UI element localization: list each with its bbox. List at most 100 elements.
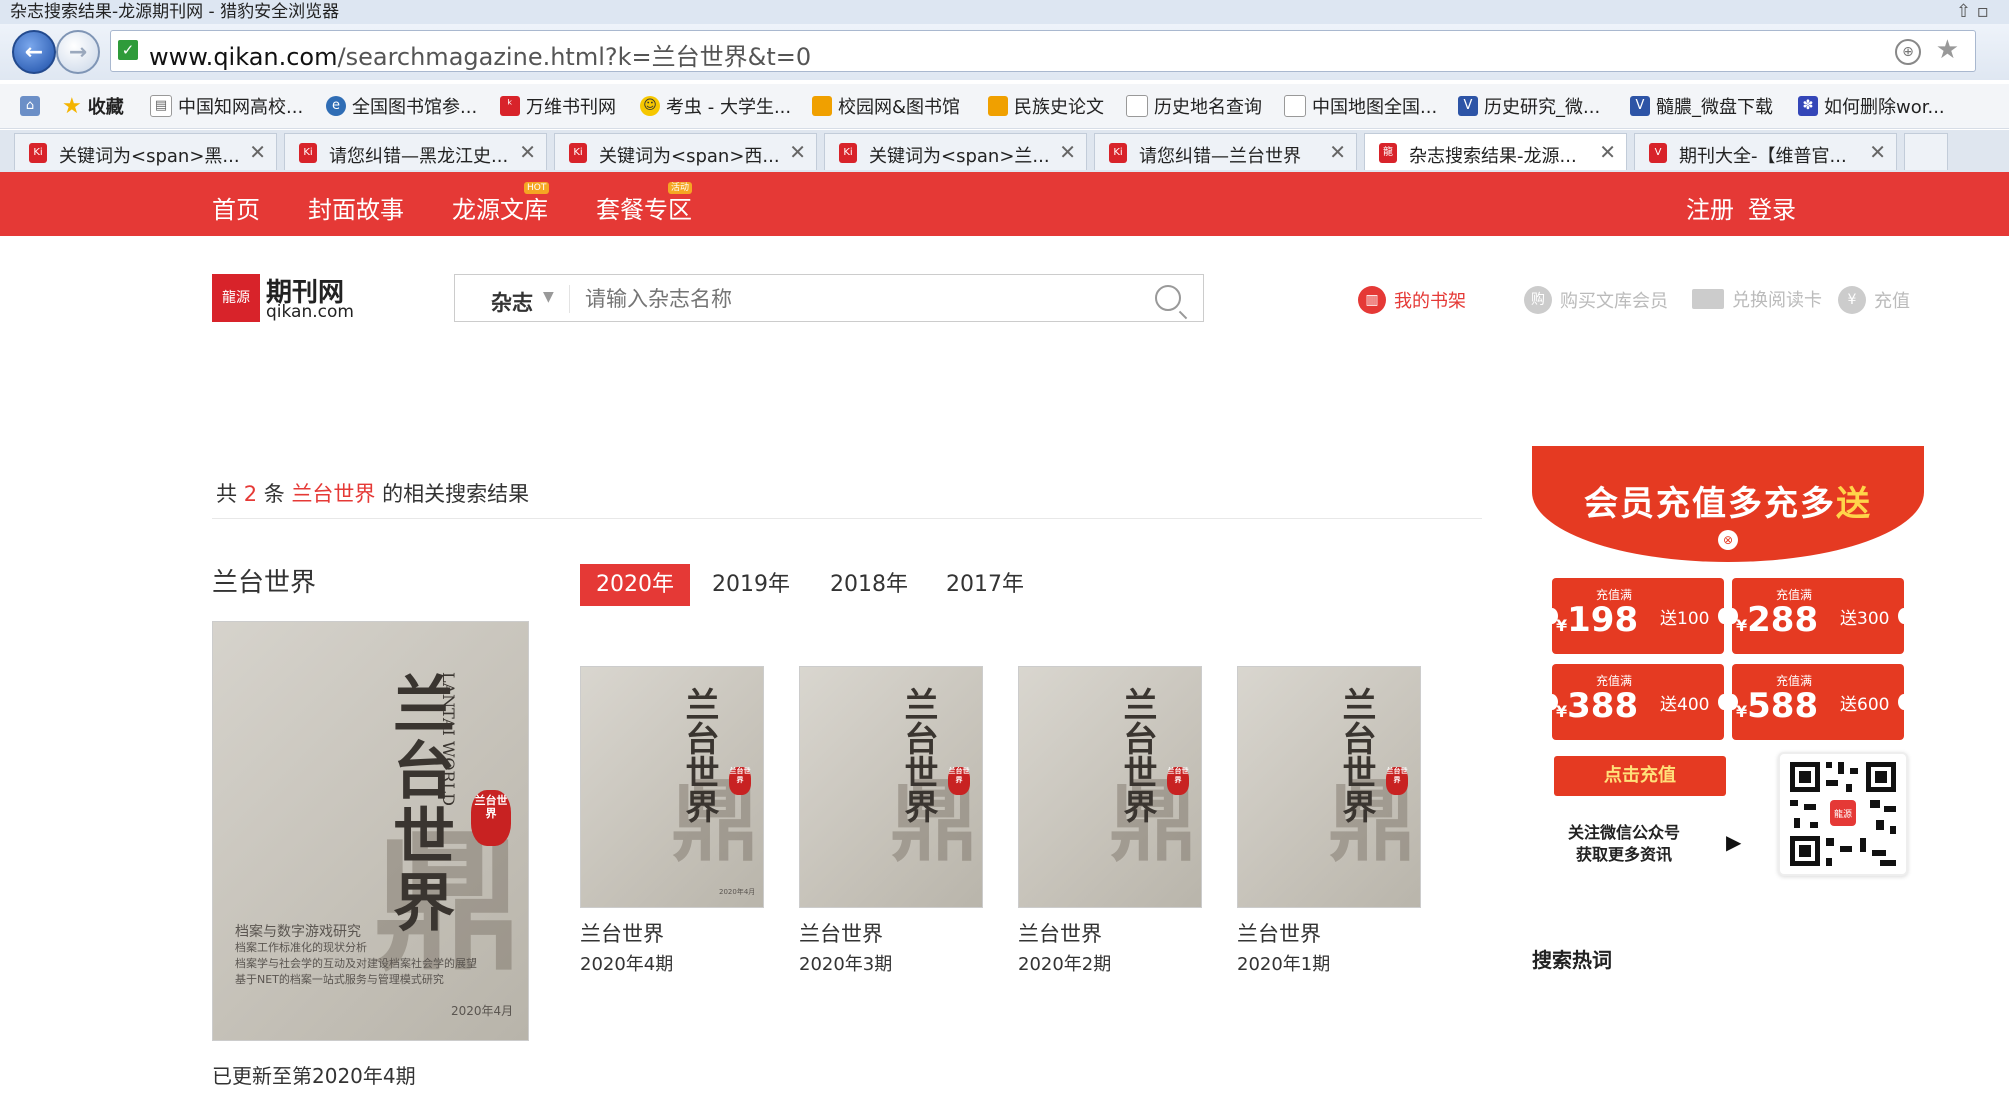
bookmark-item[interactable]: ✽ 如何删除wor... bbox=[1798, 92, 1945, 120]
issue-name[interactable]: 兰台世界 bbox=[1237, 918, 1321, 948]
recharge-now-button[interactable]: 点击充值 bbox=[1554, 756, 1726, 796]
nav-package[interactable]: 套餐专区 活动 bbox=[596, 182, 692, 225]
browser-tab[interactable]: Ki 关键词为<span>兰... ✕ bbox=[824, 133, 1087, 170]
browser-tab[interactable]: Ki 关键词为<span>黑... ✕ bbox=[14, 133, 277, 170]
register-link[interactable]: 注册 bbox=[1686, 190, 1734, 225]
new-tab-button[interactable] bbox=[1904, 133, 1948, 170]
bookmark-item[interactable]: 民族史论文 bbox=[988, 92, 1104, 120]
arrow-right-icon: → bbox=[68, 39, 88, 65]
page-icon bbox=[1284, 95, 1306, 117]
nav-cover-story[interactable]: 封面故事 bbox=[308, 190, 404, 225]
issue-number[interactable]: 2020年3期 bbox=[799, 950, 892, 976]
issue-name[interactable]: 兰台世界 bbox=[1018, 918, 1102, 948]
site-favicon-icon: Ki bbox=[299, 143, 317, 163]
bookmark-item[interactable]: ☺ 考虫 - 大学生... bbox=[640, 92, 791, 120]
bookmark-favorites[interactable]: ★ 收藏 bbox=[62, 92, 124, 120]
home-button[interactable]: ⌂ bbox=[20, 92, 40, 120]
browser-tab[interactable]: Ki 请您纠错—黑龙江史... ✕ bbox=[284, 133, 547, 170]
back-button[interactable]: ← bbox=[12, 30, 56, 74]
recharge-coupon[interactable]: 充值满 ¥388 送400 bbox=[1546, 664, 1730, 740]
search-input[interactable] bbox=[583, 283, 1127, 315]
url-text[interactable]: www.qikan.com/searchmagazine.html?k=兰台世界… bbox=[149, 37, 811, 72]
browser-tab[interactable]: Ki 关键词为<span>西... ✕ bbox=[554, 133, 817, 170]
folder-icon bbox=[812, 96, 832, 116]
recharge-coupon[interactable]: 充值满 ¥288 送300 bbox=[1726, 578, 1910, 654]
bookmark-item[interactable]: V 历史研究_微... bbox=[1458, 92, 1600, 120]
issue-cover[interactable]: 鼎 兰台世界 兰台世界 bbox=[1018, 666, 1202, 908]
arrow-left-icon: ← bbox=[24, 39, 44, 65]
my-bookshelf-link[interactable]: ▥ 我的书架 bbox=[1358, 286, 1466, 314]
issue-name[interactable]: 兰台世界 bbox=[799, 918, 883, 948]
site-favicon-icon: Ki bbox=[29, 143, 47, 163]
site-logo[interactable]: 龍源 期刊网 qikan.com bbox=[212, 272, 362, 324]
hot-search-title: 搜索热词 bbox=[1532, 948, 1612, 972]
close-tab-icon[interactable]: ✕ bbox=[1869, 140, 1886, 164]
promo-headline: 会员充值多充多送 bbox=[1584, 484, 1872, 524]
year-tab-2017[interactable]: 2017年 bbox=[946, 564, 1024, 606]
recharge-coupon[interactable]: 充值满 ¥588 送600 bbox=[1726, 664, 1910, 740]
bookmark-item[interactable]: ▤ 中国知网高校... bbox=[150, 92, 303, 120]
security-check-icon: ✓ bbox=[118, 40, 138, 60]
close-tab-icon[interactable]: ✕ bbox=[249, 140, 266, 164]
buy-membership-link[interactable]: 购购买文库会员 bbox=[1524, 286, 1668, 314]
site-favicon-icon: Ki bbox=[569, 143, 587, 163]
browser-tab[interactable]: Ki 请您纠错—兰台世界 ✕ bbox=[1094, 133, 1357, 170]
close-tab-icon[interactable]: ✕ bbox=[789, 140, 806, 164]
issue-cover[interactable]: 鼎 兰台世界 兰台世界 bbox=[799, 666, 983, 908]
url-domain: www.qikan.com bbox=[149, 43, 338, 71]
cover-title-en: LANTAI WORLD bbox=[439, 672, 458, 806]
close-tab-icon[interactable]: ✕ bbox=[1329, 140, 1346, 164]
magazine-cover-large[interactable]: 鼎 兰台世界 LANTAI WORLD 兰台世界 档案与数字游戏研究 档案工作标… bbox=[212, 621, 529, 1041]
nav-library[interactable]: 龙源文库 HOT bbox=[452, 182, 550, 225]
close-tab-icon[interactable]: ✕ bbox=[1599, 140, 1616, 164]
star-bookmark-icon[interactable]: ★ bbox=[1936, 35, 1959, 65]
issue-cover[interactable]: 鼎 兰台世界 兰台世界 2020年4月 bbox=[580, 666, 764, 908]
cover-date: 2020年4月 bbox=[719, 888, 756, 896]
search-category-select[interactable]: 杂志 bbox=[491, 287, 533, 317]
cover-title: 兰台世界 bbox=[1117, 687, 1157, 823]
recharge-promo-banner[interactable]: 会员充值多充多送 ⊗ 充值满 ¥198 送100 充值满 ¥288 送300 充值满 ¥3… bbox=[1532, 446, 1924, 876]
bookmark-item[interactable]: e 全国图书馆参... bbox=[326, 92, 477, 120]
search-icon[interactable] bbox=[1155, 285, 1181, 311]
search-divider bbox=[569, 285, 570, 313]
login-link[interactable]: 登录 bbox=[1748, 190, 1796, 225]
year-tab-2020[interactable]: 2020年 bbox=[580, 564, 690, 606]
close-tab-icon[interactable]: ✕ bbox=[1059, 140, 1076, 164]
recharge-coupon[interactable]: 充值满 ¥198 送100 bbox=[1546, 578, 1730, 654]
page-icon: ▤ bbox=[150, 95, 172, 117]
site-favicon-icon: 龍 bbox=[1379, 143, 1397, 163]
cover-contents: 档案与数字游戏研究 档案工作标准化的现状分析 档案学与社会学的互动及对建设档案社… bbox=[235, 924, 477, 986]
bookmark-item[interactable]: 校园网&图书馆 bbox=[812, 92, 960, 120]
address-bar[interactable]: ✓ www.qikan.com/searchmagazine.html?k=兰台… bbox=[110, 30, 1976, 72]
bookmark-item[interactable]: ᵏ 万维书刊网 bbox=[500, 92, 616, 120]
compatibility-mode-icon[interactable]: ⊕ bbox=[1895, 39, 1921, 65]
site-nav-bar: 首页 封面故事 龙源文库 HOT 套餐专区 活动 注册 登录 bbox=[0, 172, 2009, 236]
v-logo-icon: V bbox=[1458, 96, 1478, 116]
year-tab-2018[interactable]: 2018年 bbox=[830, 564, 908, 606]
cover-title: 兰台世界 bbox=[679, 687, 719, 823]
card-icon bbox=[1692, 289, 1724, 309]
year-tab-2019[interactable]: 2019年 bbox=[712, 564, 790, 606]
cover-seal: 兰台世界 bbox=[729, 767, 751, 795]
close-tab-icon[interactable]: ✕ bbox=[519, 140, 536, 164]
tab-strip: Ki 关键词为<span>黑... ✕ Ki 请您纠错—黑龙江史... ✕ Ki 关键词为… bbox=[0, 130, 2009, 172]
window-control-icon[interactable]: ⇧ ▫ bbox=[1956, 0, 1989, 24]
recharge-link[interactable]: ¥ 充值 bbox=[1838, 286, 1910, 314]
bookmarks-bar: ⌂ ★ 收藏 ▤ 中国知网高校... e 全国图书馆参... ᵏ 万维书刊网 ☺ 考虫 -… bbox=[0, 84, 2009, 129]
v-logo-icon: V bbox=[1630, 96, 1650, 116]
redeem-card-link[interactable]: 兑换阅读卡 bbox=[1692, 286, 1822, 312]
issue-cover[interactable]: 鼎 兰台世界 兰台世界 bbox=[1237, 666, 1421, 908]
bookmark-item[interactable]: 历史地名查询 bbox=[1126, 92, 1262, 120]
nav-home[interactable]: 首页 bbox=[212, 190, 260, 225]
issue-name[interactable]: 兰台世界 bbox=[580, 918, 664, 948]
bookmark-item[interactable]: 中国地图全国... bbox=[1284, 92, 1437, 120]
caret-down-icon[interactable]: ▼ bbox=[543, 289, 554, 305]
bookmark-item[interactable]: V 髓膿_微盘下载 bbox=[1630, 92, 1773, 120]
browser-tab[interactable]: V 期刊大全-【维普官... ✕ bbox=[1634, 133, 1897, 170]
forward-button[interactable]: → bbox=[56, 30, 100, 74]
magazine-name[interactable]: 兰台世界 bbox=[212, 562, 316, 599]
issue-number[interactable]: 2020年2期 bbox=[1018, 950, 1111, 976]
issue-number[interactable]: 2020年1期 bbox=[1237, 950, 1330, 976]
issue-number[interactable]: 2020年4期 bbox=[580, 950, 673, 976]
browser-tab-active[interactable]: 龍杂志搜索结果-龙源... ✕ bbox=[1364, 133, 1627, 170]
